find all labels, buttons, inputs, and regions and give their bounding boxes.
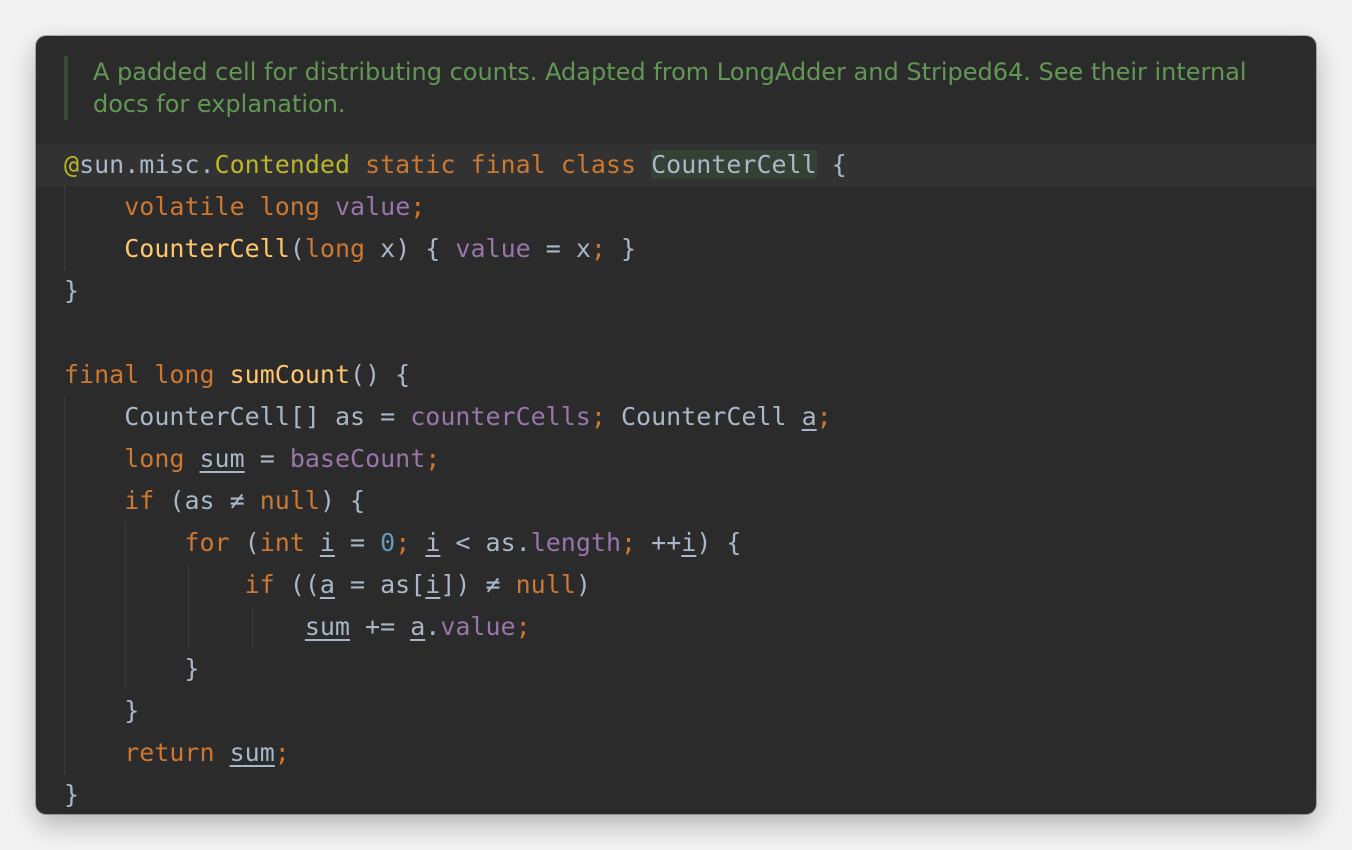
code-line-method-decl[interactable]: final long sumCount() { — [64, 354, 410, 396]
code-line-constructor[interactable]: CounterCell(long x) { value = x; } — [64, 228, 636, 270]
code-line-if-a[interactable]: if ((a = as[i]) ≠ null) — [64, 564, 591, 606]
code-line-locals[interactable]: CounterCell[] as = counterCells; Counter… — [64, 396, 832, 438]
code-line-for[interactable]: for (int i = 0; i < as.length; ++i) { — [64, 522, 741, 564]
doc-comment-line-2: docs for explanation. — [93, 90, 346, 118]
code-line-class-decl[interactable]: @sun.misc.Contended static final class C… — [36, 144, 1316, 186]
doc-comment: A padded cell for distributing counts. A… — [64, 56, 1316, 120]
code-line-class-close[interactable]: } — [64, 270, 79, 312]
code-line-if-as[interactable]: if (as ≠ null) { — [64, 480, 365, 522]
class-name-highlight: CounterCell — [651, 150, 817, 179]
code-line-field[interactable]: volatile long value; — [64, 186, 425, 228]
code-line-method-close[interactable]: } — [64, 774, 79, 814]
code-line-if-close[interactable]: } — [64, 690, 139, 732]
code-editor-window: A padded cell for distributing counts. A… — [36, 36, 1316, 814]
code-line-sum-add[interactable]: sum += a.value; — [64, 606, 531, 648]
code-line-sum-init[interactable]: long sum = baseCount; — [64, 438, 440, 480]
code-line-for-close[interactable]: } — [64, 648, 199, 690]
code-line-return[interactable]: return sum; — [64, 732, 290, 774]
doc-comment-line-1: A padded cell for distributing counts. A… — [93, 58, 1247, 86]
